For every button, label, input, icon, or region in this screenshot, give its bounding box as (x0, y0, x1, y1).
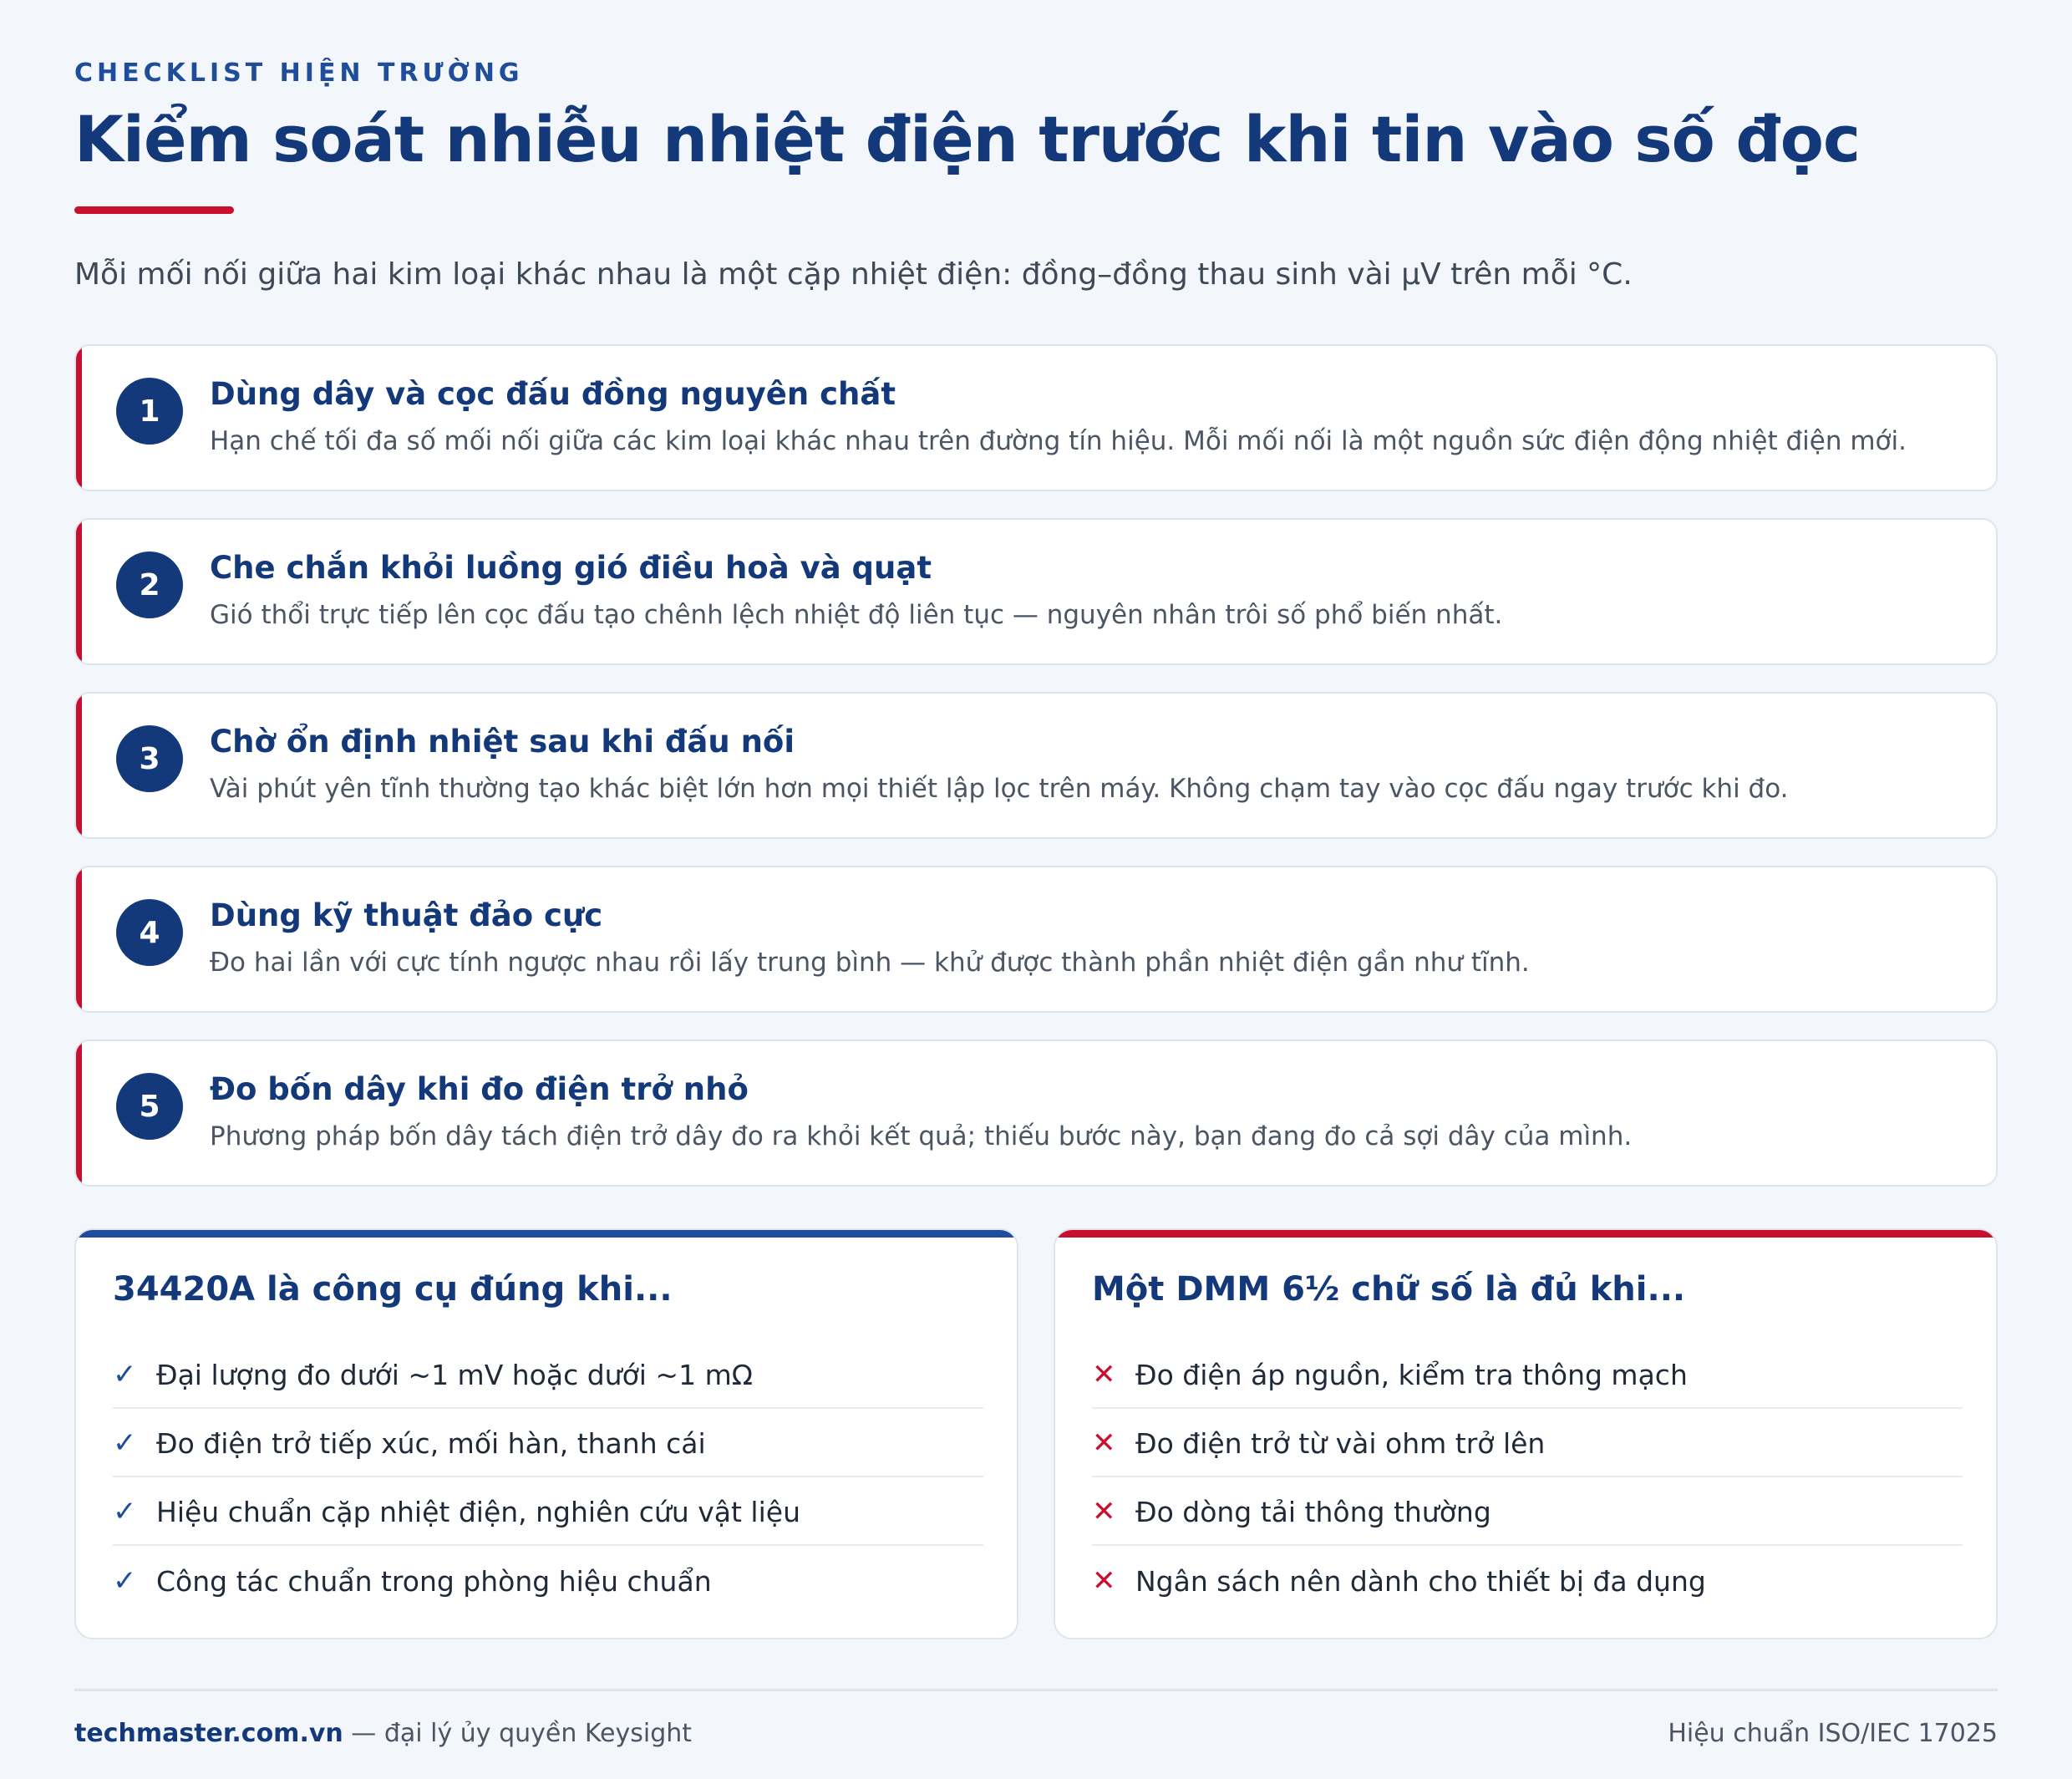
step-title: Dùng dây và cọc đấu đồng nguyên chất (210, 376, 896, 412)
cross-icon: ✕ (1092, 1358, 1116, 1391)
site-link[interactable]: techmaster.com.vn (74, 1719, 343, 1748)
check-icon: ✓ (113, 1358, 137, 1391)
when-34420a-panel: 34420A là công cụ đúng khi... ✓ Đại lượn… (74, 1228, 1018, 1639)
step-number-badge: 2 (116, 551, 183, 618)
list-item: ✕ Đo dòng tải thông thường (1092, 1479, 1963, 1546)
intro-text: Mỗi mối nối giữa hai kim loại khác nhau … (74, 257, 1633, 292)
step-description: Gió thổi trực tiếp lên cọc đấu tạo chênh… (210, 600, 1503, 630)
list-item: ✕ Ngân sách nên dành cho thiết bị đa dụn… (1092, 1548, 1963, 1614)
step-description: Phương pháp bốn dây tách điện trở dây đo… (210, 1121, 1633, 1151)
step-title: Che chắn khỏi luồng gió điều hoà và quạt (210, 550, 932, 586)
list-item-text: Đo điện trở từ vài ohm trở lên (1135, 1426, 1546, 1460)
list-item-text: Hiệu chuẩn cặp nhiệt điện, nghiên cứu vậ… (156, 1495, 800, 1528)
list-item: ✓ Đo điện trở tiếp xúc, mối hàn, thanh c… (113, 1410, 983, 1477)
list-item: ✓ Đại lượng đo dưới ~1 mV hoặc dưới ~1 m… (113, 1342, 983, 1409)
footer-tagline: — đại lý ủy quyền Keysight (343, 1719, 693, 1748)
panel-list: ✓ Đại lượng đo dưới ~1 mV hoặc dưới ~1 m… (113, 1342, 983, 1616)
step-title: Chờ ổn định nhiệt sau khi đấu nối (210, 724, 795, 760)
step-number-badge: 1 (116, 378, 183, 445)
title-underline (74, 206, 234, 214)
step-description: Hạn chế tối đa số mối nối giữa các kim l… (210, 426, 1907, 456)
step-card: 5 Đo bốn dây khi đo điện trở nhỏ Phương … (74, 1039, 1998, 1187)
step-number-badge: 5 (116, 1073, 183, 1140)
check-icon: ✓ (113, 1426, 137, 1460)
footer-certification: Hiệu chuẩn ISO/IEC 17025 (1668, 1719, 1998, 1748)
footer-branding: techmaster.com.vn — đại lý ủy quyền Keys… (74, 1719, 692, 1748)
step-title: Đo bốn dây khi đo điện trở nhỏ (210, 1071, 749, 1107)
list-item: ✓ Công tác chuẩn trong phòng hiệu chuẩn (113, 1548, 983, 1614)
footer-divider (74, 1689, 1998, 1691)
step-card: 2 Che chắn khỏi luồng gió điều hoà và qu… (74, 518, 1998, 665)
panel-list: ✕ Đo điện áp nguồn, kiểm tra thông mạch … (1092, 1342, 1963, 1616)
step-list: 1 Dùng dây và cọc đấu đồng nguyên chất H… (74, 344, 1998, 1213)
cross-icon: ✕ (1092, 1426, 1116, 1460)
step-description: Vài phút yên tĩnh thường tạo khác biệt l… (210, 774, 1789, 804)
cross-icon: ✕ (1092, 1564, 1116, 1598)
step-description: Đo hai lần với cực tính ngược nhau rồi l… (210, 948, 1530, 978)
step-number-badge: 3 (116, 725, 183, 792)
list-item-text: Đại lượng đo dưới ~1 mV hoặc dưới ~1 mΩ (156, 1358, 753, 1391)
list-item-text: Đo điện trở tiếp xúc, mối hàn, thanh cái (156, 1426, 706, 1460)
when-dmm-panel: Một DMM 6½ chữ số là đủ khi... ✕ Đo điện… (1054, 1228, 1998, 1639)
list-item-text: Đo dòng tải thông thường (1135, 1495, 1491, 1528)
step-card: 4 Dùng kỹ thuật đảo cực Đo hai lần với c… (74, 866, 1998, 1013)
list-item-text: Đo điện áp nguồn, kiểm tra thông mạch (1135, 1358, 1688, 1391)
list-item: ✕ Đo điện trở từ vài ohm trở lên (1092, 1410, 1963, 1477)
panel-title: Một DMM 6½ chữ số là đủ khi... (1092, 1270, 1686, 1309)
panel-title: 34420A là công cụ đúng khi... (113, 1270, 673, 1309)
list-item-text: Ngân sách nên dành cho thiết bị đa dụng (1135, 1564, 1706, 1598)
check-icon: ✓ (113, 1564, 137, 1598)
comparison-panels: 34420A là công cụ đúng khi... ✓ Đại lượn… (74, 1228, 1998, 1639)
eyebrow-label: CHECKLIST HIỆN TRƯỜNG (74, 58, 524, 88)
step-card: 1 Dùng dây và cọc đấu đồng nguyên chất H… (74, 344, 1998, 491)
step-number-badge: 4 (116, 899, 183, 966)
cross-icon: ✕ (1092, 1495, 1116, 1528)
list-item: ✓ Hiệu chuẩn cặp nhiệt điện, nghiên cứu … (113, 1479, 983, 1546)
step-card: 3 Chờ ổn định nhiệt sau khi đấu nối Vài … (74, 692, 1998, 839)
list-item: ✕ Đo điện áp nguồn, kiểm tra thông mạch (1092, 1342, 1963, 1409)
check-icon: ✓ (113, 1495, 137, 1528)
page-title: Kiểm soát nhiễu nhiệt điện trước khi tin… (74, 102, 1861, 176)
list-item-text: Công tác chuẩn trong phòng hiệu chuẩn (156, 1564, 712, 1598)
step-title: Dùng kỹ thuật đảo cực (210, 897, 603, 933)
